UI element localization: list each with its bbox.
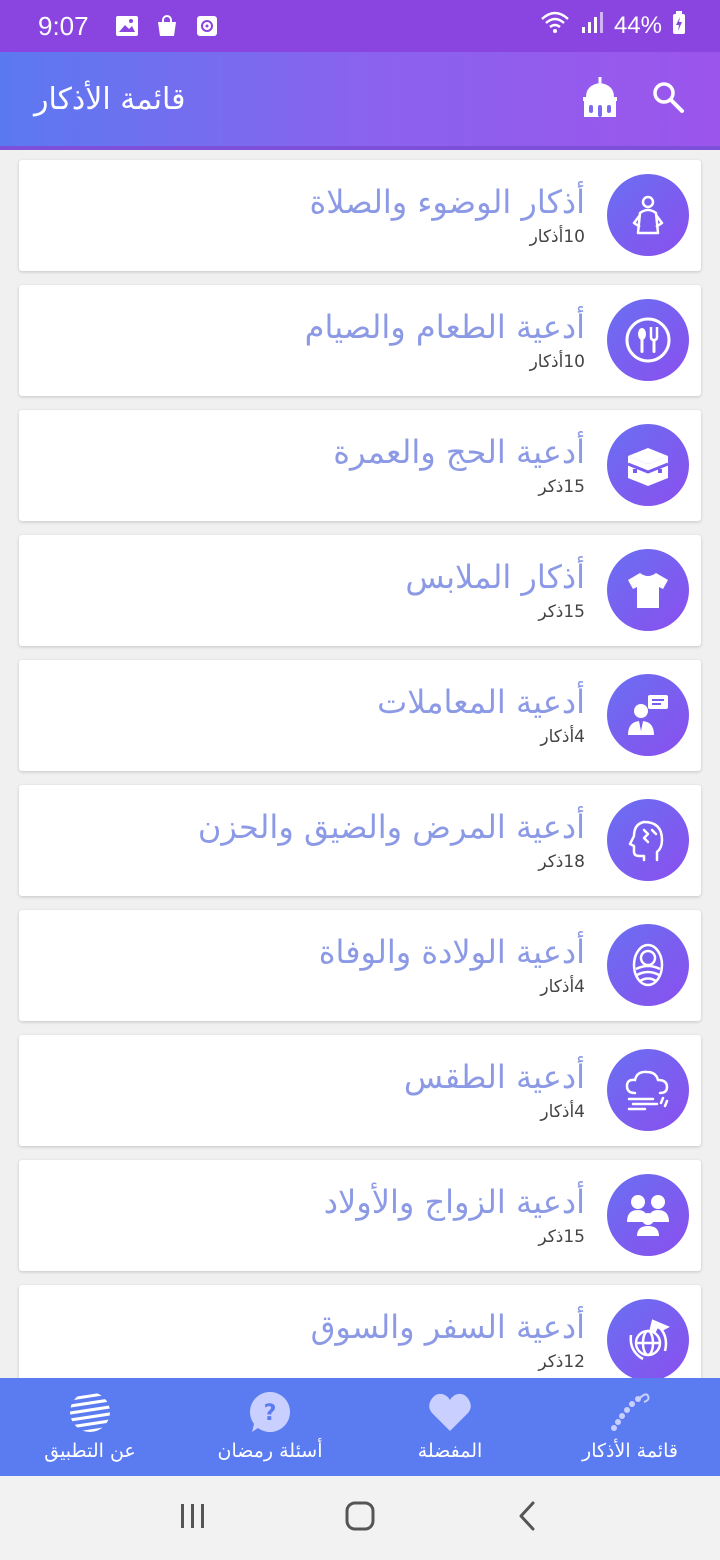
list-item[interactable]: أدعية الطعام والصيام 10أذكار <box>19 285 701 396</box>
list-item-count: 15ذكر <box>538 477 585 497</box>
recent-apps-button[interactable] <box>163 1488 223 1548</box>
status-time: 9:07 <box>38 10 89 41</box>
shopping-bag-icon <box>155 15 179 37</box>
list-item-text: أذكار الملابس 15ذكر <box>405 555 585 623</box>
about-icon <box>68 1388 112 1436</box>
list-item-count: 4أذكار <box>540 727 585 747</box>
list-item[interactable]: أدعية المعاملات 4أذكار <box>19 660 701 771</box>
battery-percent: 44% <box>613 12 662 39</box>
list-item-title: أذكار الملابس <box>405 558 585 596</box>
list-item-title: أدعية الطعام والصيام <box>304 308 585 346</box>
list-item-text: أدعية الطقس 4أذكار <box>404 1055 585 1123</box>
list-item[interactable]: أدعية الولادة والوفاة 4أذكار <box>19 910 701 1021</box>
list-item-count: 15ذكر <box>538 602 585 622</box>
nav-adhkar-list[interactable]: قائمة الأذكار <box>540 1378 720 1476</box>
nav-about[interactable]: عن التطبيق <box>0 1378 180 1476</box>
heart-icon <box>427 1388 473 1436</box>
list-item-text: أدعية الولادة والوفاة 4أذكار <box>319 930 585 998</box>
list-item-text: أدعية الحج والعمرة 15ذكر <box>333 430 585 498</box>
home-button[interactable] <box>330 1488 390 1548</box>
list-item-title: أدعية الولادة والوفاة <box>318 933 585 971</box>
list-item-text: أدعية السفر والسوق 12ذكر <box>311 1305 585 1373</box>
list-item[interactable]: أذكار الوضوء والصلاة 10أذكار <box>19 160 701 271</box>
prayer-icon <box>607 174 689 256</box>
list-item-count: 18ذكر <box>538 852 585 872</box>
list-item-title: أذكار الوضوء والصلاة <box>309 183 585 221</box>
system-navigation-bar <box>0 1476 720 1560</box>
list-item[interactable]: أذكار الملابس 15ذكر <box>19 535 701 646</box>
app-bar-actions <box>578 77 690 121</box>
list-item-count: 4أذكار <box>540 977 585 997</box>
head-pain-icon <box>607 799 689 881</box>
list-item-count: 12ذكر <box>538 1352 585 1372</box>
back-button[interactable] <box>497 1488 557 1548</box>
mosque-button[interactable] <box>578 77 622 121</box>
list-item-text: أدعية المعاملات 4أذكار <box>377 680 585 748</box>
list-item-title: أدعية السفر والسوق <box>310 1308 585 1346</box>
list-item[interactable]: أدعية الحج والعمرة 15ذكر <box>19 410 701 521</box>
food-icon <box>607 299 689 381</box>
list-item-title: أدعية المعاملات <box>377 683 585 721</box>
nav-ramadan-questions[interactable]: ? أسئلة رمضان <box>180 1378 360 1476</box>
nav-adhkar-list-label: قائمة الأذكار <box>582 1440 678 1462</box>
travel-icon <box>607 1299 689 1378</box>
list-item-title: أدعية الزواج والأولاد <box>323 1183 585 1221</box>
status-left: 9:07 <box>38 11 219 42</box>
status-bar: 9:07 44% <box>0 0 720 52</box>
image-icon <box>115 15 139 37</box>
app-bar: قائمة الأذكار <box>0 52 720 150</box>
home-icon <box>344 1500 376 1536</box>
list-item-count: 4أذكار <box>540 1102 585 1122</box>
list-item[interactable]: أدعية الطقس 4أذكار <box>19 1035 701 1146</box>
back-icon <box>515 1500 539 1536</box>
search-button[interactable] <box>646 77 690 121</box>
bottom-navigation: عن التطبيق ? أسئلة رمضان المفضلة قائمة ا… <box>0 1378 720 1476</box>
question-icon: ? <box>248 1388 292 1436</box>
nav-favorites[interactable]: المفضلة <box>360 1378 540 1476</box>
prayer-beads-icon <box>608 1388 652 1436</box>
list-item-text: أذكار الوضوء والصلاة 10أذكار <box>309 180 585 248</box>
list-item-title: أدعية المرض والضيق والحزن <box>197 808 585 846</box>
clock-app-icon <box>195 15 219 37</box>
nav-about-label: عن التطبيق <box>44 1440 136 1462</box>
list-item-count: 10أذكار <box>529 352 585 372</box>
weather-icon <box>607 1049 689 1131</box>
list-item-text: أدعية الزواج والأولاد 15ذكر <box>324 1180 585 1248</box>
category-list[interactable]: أذكار الوضوء والصلاة 10أذكار أدعية الطعا… <box>0 154 720 1378</box>
list-item[interactable]: أدعية السفر والسوق 12ذكر <box>19 1285 701 1378</box>
nav-ramadan-questions-label: أسئلة رمضان <box>217 1440 323 1462</box>
list-item-text: أدعية الطعام والصيام 10أذكار <box>305 305 585 373</box>
battery-charging-icon <box>672 11 686 41</box>
list-item[interactable]: أدعية المرض والضيق والحزن 18ذكر <box>19 785 701 896</box>
tshirt-icon <box>607 549 689 631</box>
page-title: قائمة الأذكار <box>34 81 186 117</box>
wifi-icon <box>540 11 570 41</box>
list-item[interactable]: أدعية الزواج والأولاد 15ذكر <box>19 1160 701 1271</box>
recent-apps-icon <box>178 1502 208 1534</box>
list-item-title: أدعية الطقس <box>403 1058 585 1096</box>
search-icon <box>650 79 686 119</box>
status-right: 44% <box>540 11 686 41</box>
list-item-text: أدعية المرض والضيق والحزن 18ذكر <box>198 805 585 873</box>
nav-favorites-label: المفضلة <box>417 1440 483 1462</box>
family-icon <box>607 1174 689 1256</box>
list-item-title: أدعية الحج والعمرة <box>333 433 585 471</box>
svg-text:?: ? <box>264 1401 277 1426</box>
business-person-icon <box>607 674 689 756</box>
signal-icon <box>580 11 604 41</box>
list-item-count: 10أذكار <box>529 227 585 247</box>
list-item-count: 15ذكر <box>538 1227 585 1247</box>
baby-icon <box>607 924 689 1006</box>
kaaba-icon <box>607 424 689 506</box>
mosque-icon <box>578 75 622 123</box>
